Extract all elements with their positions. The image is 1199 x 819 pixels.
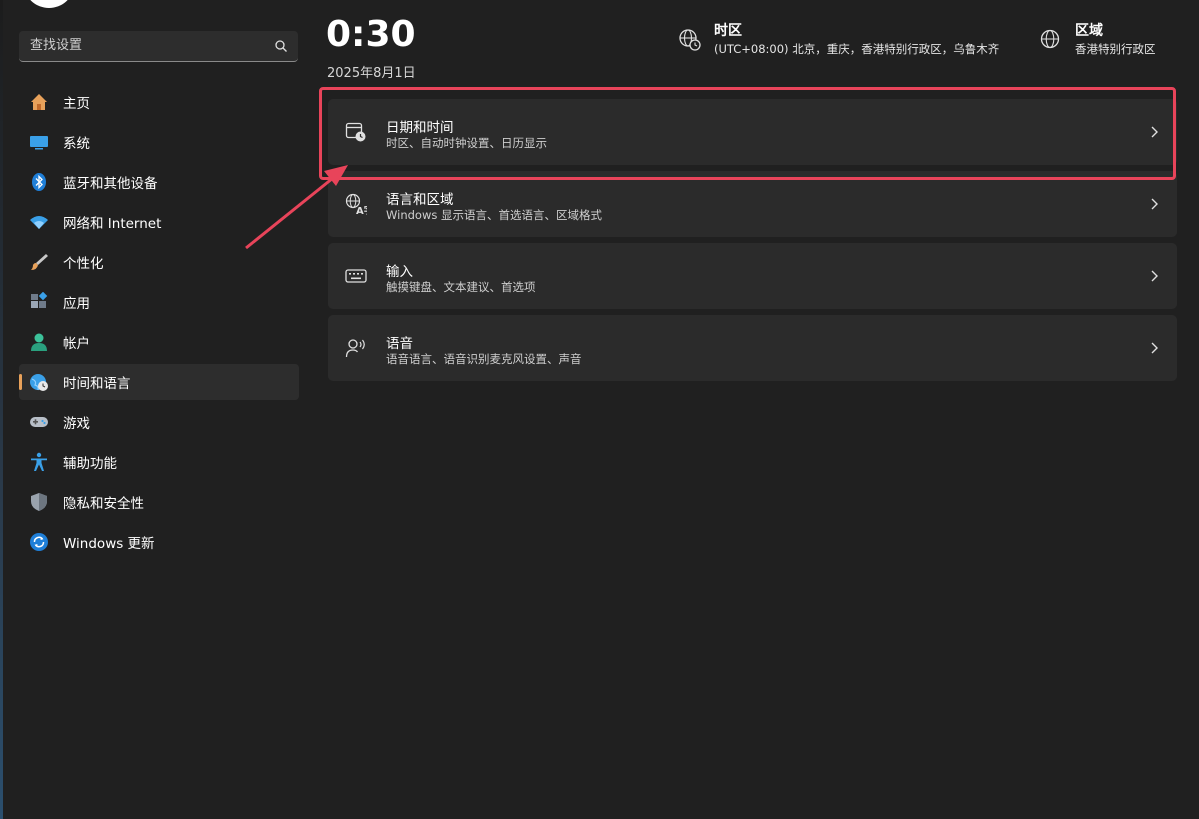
card-subtitle: Windows 显示语言、首选语言、区域格式 (386, 208, 602, 222)
current-date: 2025年8月1日 (327, 66, 416, 81)
apps-icon (29, 292, 49, 312)
active-indicator (19, 374, 22, 390)
sidebar-item-gaming[interactable]: 游戏 (19, 404, 299, 440)
monitor-icon (29, 132, 49, 152)
svg-text:A字: A字 (356, 204, 367, 215)
highlight-box-annotation (319, 87, 1176, 180)
person-icon (29, 332, 49, 352)
sidebar-item-label: 系统 (63, 136, 90, 152)
chevron-right-icon (1151, 342, 1158, 354)
speech-icon (345, 339, 365, 358)
sidebar-item-label: Windows 更新 (63, 536, 155, 552)
pointer-arrow-annotation (245, 165, 348, 250)
sidebar-item-label: 网络和 Internet (63, 216, 162, 232)
sidebar-item-home[interactable]: 主页 (19, 84, 299, 120)
avatar[interactable] (24, 0, 74, 8)
chevron-right-icon (1151, 270, 1158, 282)
sidebar-item-accessibility[interactable]: 辅助功能 (19, 444, 299, 480)
card-subtitle: 触摸键盘、文本建议、首选项 (386, 280, 536, 294)
globe-clock-icon (679, 29, 701, 51)
sidebar-item-label: 游戏 (63, 416, 90, 432)
sidebar-item-label: 时间和语言 (63, 376, 131, 392)
sidebar-item-label: 隐私和安全性 (63, 496, 144, 512)
home-icon (29, 92, 49, 112)
search-icon[interactable] (274, 39, 288, 53)
sidebar-nav: 主页 系统 蓝牙和其他设备 网络和 Internet 个性化 应用 帐户 时间和… (19, 84, 299, 564)
search-box[interactable] (19, 31, 298, 62)
card-title: 输入 (386, 264, 413, 280)
sidebar-item-apps[interactable]: 应用 (19, 284, 299, 320)
wifi-icon (29, 212, 49, 232)
globe-clock-icon (29, 372, 49, 392)
card-input[interactable]: 输入 触摸键盘、文本建议、首选项 (328, 243, 1177, 309)
shield-icon (29, 492, 49, 512)
sidebar-item-windows-update[interactable]: Windows 更新 (19, 524, 299, 560)
card-language-region[interactable]: A字 语言和区域 Windows 显示语言、首选语言、区域格式 (328, 171, 1177, 237)
current-time: 0:30 (326, 14, 416, 55)
globe-icon (1040, 29, 1060, 49)
accessibility-icon (29, 452, 49, 472)
chevron-right-icon (1151, 198, 1158, 210)
search-input[interactable] (19, 31, 259, 60)
region-value: 香港特别行政区 (1075, 42, 1156, 56)
update-icon (29, 532, 49, 552)
timezone-title: 时区 (714, 23, 742, 39)
timezone-value: (UTC+08:00) 北京，重庆，香港特别行政区，乌鲁木齐 (714, 42, 1000, 56)
card-subtitle: 语音语言、语音识别麦克风设置、声音 (386, 352, 582, 366)
sidebar-item-label: 个性化 (63, 256, 104, 272)
window-edge (0, 0, 3, 819)
timezone-info[interactable]: 时区 (UTC+08:00) 北京，重庆，香港特别行政区，乌鲁木齐 (678, 22, 999, 58)
sidebar-item-system[interactable]: 系统 (19, 124, 299, 160)
sidebar-item-label: 主页 (63, 96, 90, 112)
keyboard-icon (345, 269, 367, 283)
card-speech[interactable]: 语音 语音语言、语音识别麦克风设置、声音 (328, 315, 1177, 381)
sidebar-item-label: 蓝牙和其他设备 (63, 176, 158, 192)
sidebar-item-label: 帐户 (63, 336, 90, 352)
sidebar-item-label: 应用 (63, 296, 90, 312)
card-title: 语言和区域 (386, 192, 454, 208)
sidebar-item-accounts[interactable]: 帐户 (19, 324, 299, 360)
brush-icon (29, 252, 49, 272)
region-info[interactable]: 区域 香港特别行政区 (1039, 22, 1156, 58)
bluetooth-icon (29, 172, 49, 192)
gamepad-icon (29, 412, 49, 432)
sidebar-item-privacy[interactable]: 隐私和安全性 (19, 484, 299, 520)
region-title: 区域 (1075, 23, 1103, 39)
card-title: 语音 (386, 336, 413, 352)
sidebar-item-label: 辅助功能 (63, 456, 117, 472)
sidebar-item-time-language[interactable]: 时间和语言 (19, 364, 299, 400)
